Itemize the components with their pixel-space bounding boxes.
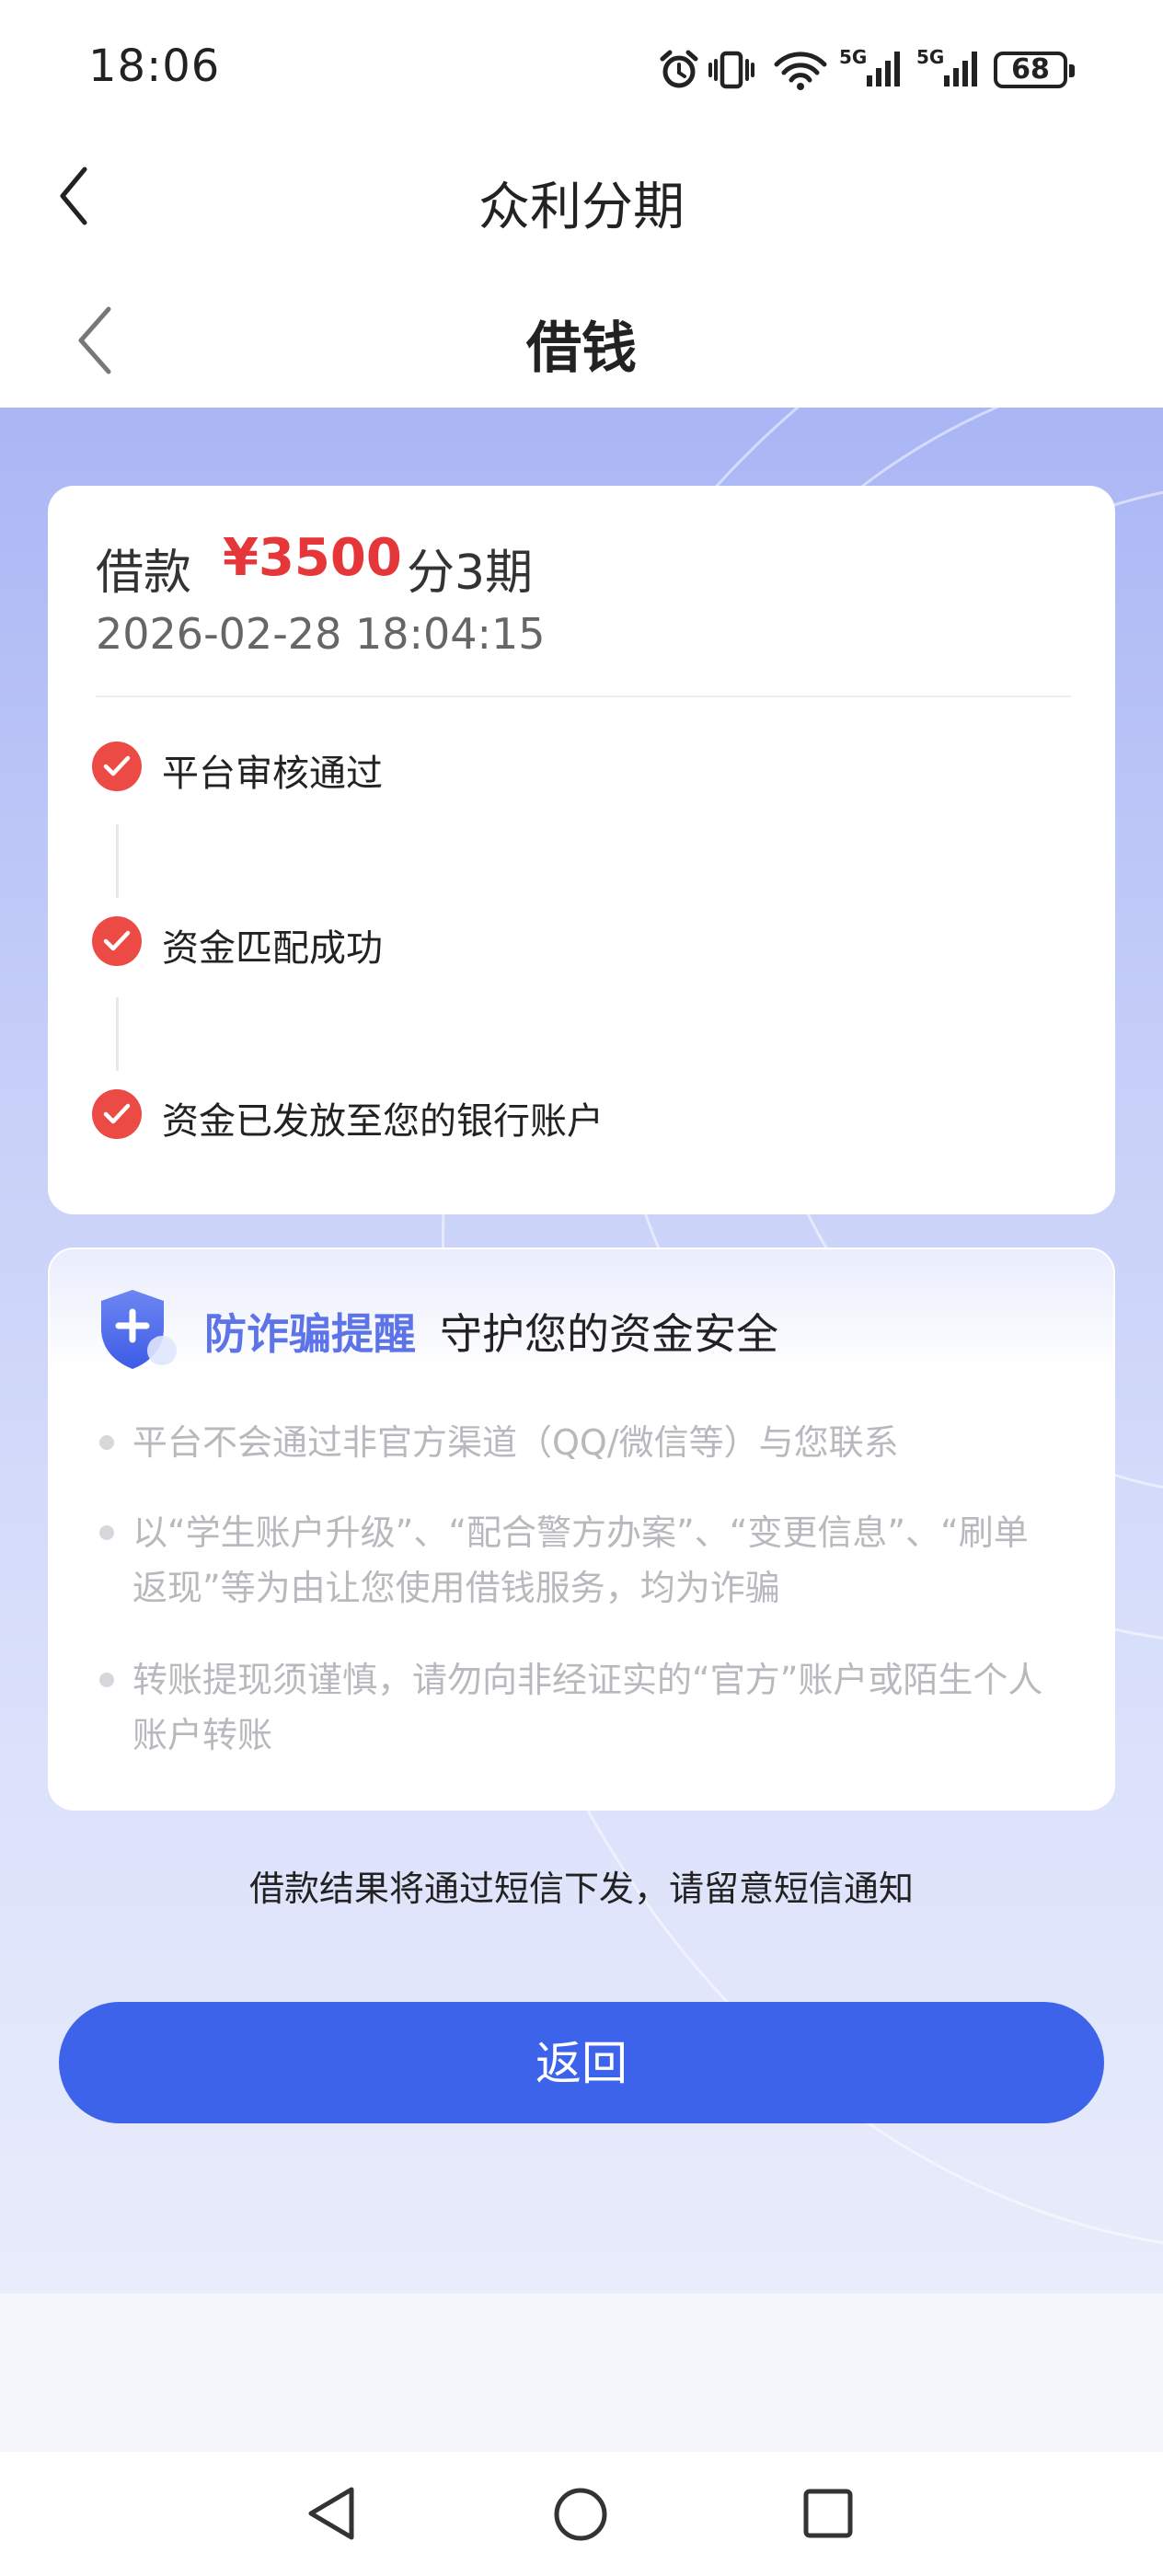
anti-fraud-subtitle: 守护您的资金安全 — [440, 1309, 778, 1359]
return-button[interactable]: 返回 — [59, 2002, 1104, 2123]
step-label: 资金匹配成功 — [162, 927, 383, 970]
sms-notice: 借款结果将通过短信下发，请留意短信通知 — [248, 1869, 914, 1909]
app-title: 众利分期 — [478, 178, 685, 237]
loan-amount: ¥3500 — [223, 528, 402, 588]
bullet-dot — [99, 1525, 114, 1540]
step-label: 平台审核通过 — [162, 753, 383, 795]
back-triangle-icon[interactable] — [304, 2484, 359, 2547]
step-connector — [116, 824, 119, 898]
network-type-label: 5G — [916, 46, 945, 68]
anti-fraud-tip: 平台不会通过非官方渠道（QQ/微信等）与您联系 — [132, 1422, 899, 1463]
step-label: 资金已发放至您的银行账户 — [162, 1100, 604, 1143]
page-title: 借钱 — [526, 316, 637, 381]
signal-5g-icon: 5G — [839, 46, 909, 94]
bullet-dot — [99, 1435, 114, 1450]
signal-5g-icon: 5G — [916, 46, 986, 94]
home-circle-icon[interactable] — [552, 2486, 609, 2547]
anti-fraud-tip: 转账提现须谨慎，请勿向非经证实的“官方”账户或陌生个人账户转账 — [132, 1660, 1043, 1755]
step-connector — [116, 997, 119, 1071]
check-icon — [92, 742, 142, 791]
bullet-dot — [99, 1673, 114, 1687]
battery-indicator: 68 — [994, 52, 1075, 88]
status-time: 18:06 — [88, 40, 221, 92]
check-icon — [92, 916, 142, 966]
loan-timestamp: 2026-02-28 18:04:15 — [96, 609, 546, 659]
check-icon — [92, 1089, 142, 1139]
vibrate-icon — [708, 48, 754, 96]
recents-square-icon[interactable] — [802, 2488, 854, 2543]
alarm-icon — [657, 48, 701, 96]
loan-label: 借款 — [96, 546, 192, 601]
loan-term: 分3期 — [407, 546, 534, 601]
wifi-icon — [773, 48, 828, 96]
divider — [96, 696, 1071, 697]
network-type-label: 5G — [839, 46, 868, 68]
anti-fraud-title: 防诈骗提醒 — [204, 1309, 416, 1359]
bottom-area — [0, 2294, 1163, 2452]
shield-icon — [96, 1286, 184, 1378]
anti-fraud-tip: 以“学生账户升级”、“配合警方办案”、“变更信息”、“刷单返现”等为由让您使用借… — [132, 1512, 1029, 1608]
